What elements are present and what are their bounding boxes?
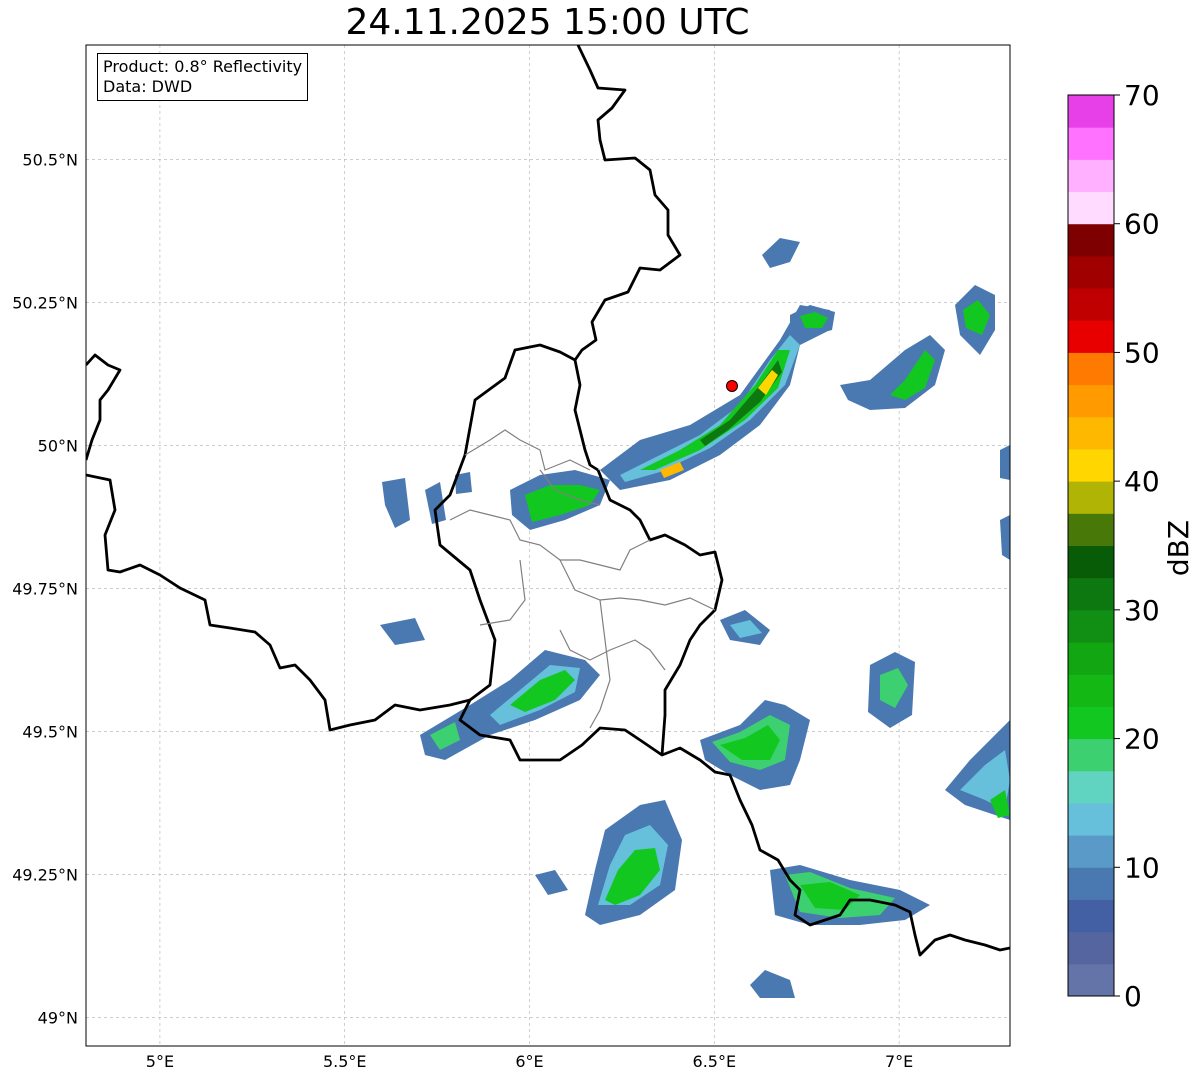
lon-tick-label: 5°E: [146, 1052, 174, 1071]
colorbar-segment: [1068, 609, 1114, 643]
lon-tick-label: 6°E: [515, 1052, 543, 1071]
colorbar-segment: [1068, 642, 1114, 675]
colorbar-segment: [1068, 706, 1114, 740]
lon-tick-label: 7°E: [885, 1052, 913, 1071]
colorbar-segment: [1068, 931, 1114, 965]
colorbar-segment: [1068, 674, 1114, 707]
colorbar-segment: [1068, 513, 1114, 546]
colorbar-segment: [1068, 448, 1114, 482]
colorbar-tick-label: 50: [1124, 336, 1160, 369]
product-info-box: Product: 0.8° Reflectivity Data: DWD: [97, 53, 309, 101]
radar-site-marker[interactable]: [726, 380, 738, 392]
colorbar-segment: [1068, 802, 1114, 836]
colorbar-segment: [1068, 738, 1114, 772]
colorbar-segment: [1068, 127, 1114, 160]
colorbar-tick-label: 30: [1124, 594, 1160, 627]
colorbar-segment: [1068, 416, 1114, 450]
map-svg: 5°E 5.5°E 6°E 6.5°E 7°E 50.5°N 50.25°N 50°N 49.…: [12, 44, 1195, 1071]
colorbar-segment: [1068, 352, 1114, 386]
colorbar-tick-label: 10: [1124, 851, 1160, 884]
colorbar-segment: [1068, 384, 1114, 418]
colorbar-segment: [1068, 899, 1114, 933]
colorbar-segment: [1068, 95, 1114, 128]
colorbar-tick-label: 60: [1124, 208, 1160, 241]
radar-map-figure: 24.11.2025 15:00 UTC 5°E 5.5°E 6°E 6.5°E…: [0, 0, 1202, 1081]
colorbar-segment: [1068, 545, 1114, 579]
lat-tick-label: 49.25°N: [12, 865, 78, 884]
lat-tick-label: 49.5°N: [22, 722, 78, 741]
colorbar-segment: [1068, 191, 1114, 225]
colorbar: [1068, 95, 1114, 997]
latitude-tick-labels: 50.5°N 50.25°N 50°N 49.75°N 49.5°N 49.25°N 49°…: [12, 150, 78, 1027]
lat-tick-label: 49.75°N: [12, 579, 78, 598]
data-source-label: Data: DWD: [103, 77, 193, 96]
longitude-tick-labels: 5°E 5.5°E 6°E 6.5°E 7°E: [146, 1052, 913, 1071]
colorbar-segment: [1068, 288, 1114, 321]
colorbar-tick-label: 40: [1124, 465, 1160, 498]
colorbar-segment: [1068, 320, 1114, 353]
colorbar-tick-labels: 0 10 20 30 40 50 60 70: [1114, 79, 1160, 1013]
colorbar-segment: [1068, 255, 1114, 289]
lat-tick-label: 50°N: [38, 436, 78, 455]
colorbar-segment: [1068, 835, 1114, 868]
lat-tick-label: 50.5°N: [22, 150, 78, 169]
colorbar-segment: [1068, 867, 1114, 900]
colorbar-segment: [1068, 577, 1114, 611]
colorbar-tick-label: 0: [1124, 980, 1142, 1013]
colorbar-segment: [1068, 159, 1114, 193]
lon-tick-label: 5.5°E: [323, 1052, 367, 1071]
colorbar-label: dBZ: [1162, 520, 1195, 576]
colorbar-tick-label: 20: [1124, 723, 1160, 756]
colorbar-tick-label: 70: [1124, 79, 1160, 112]
lon-tick-label: 6.5°E: [693, 1052, 737, 1071]
colorbar-segment: [1068, 770, 1114, 804]
colorbar-segment: [1068, 481, 1114, 514]
lat-tick-label: 50.25°N: [12, 293, 78, 312]
product-label: Product: 0.8° Reflectivity: [103, 57, 303, 76]
colorbar-segment: [1068, 963, 1114, 997]
lat-tick-label: 49°N: [38, 1008, 78, 1027]
colorbar-segment: [1068, 223, 1114, 257]
